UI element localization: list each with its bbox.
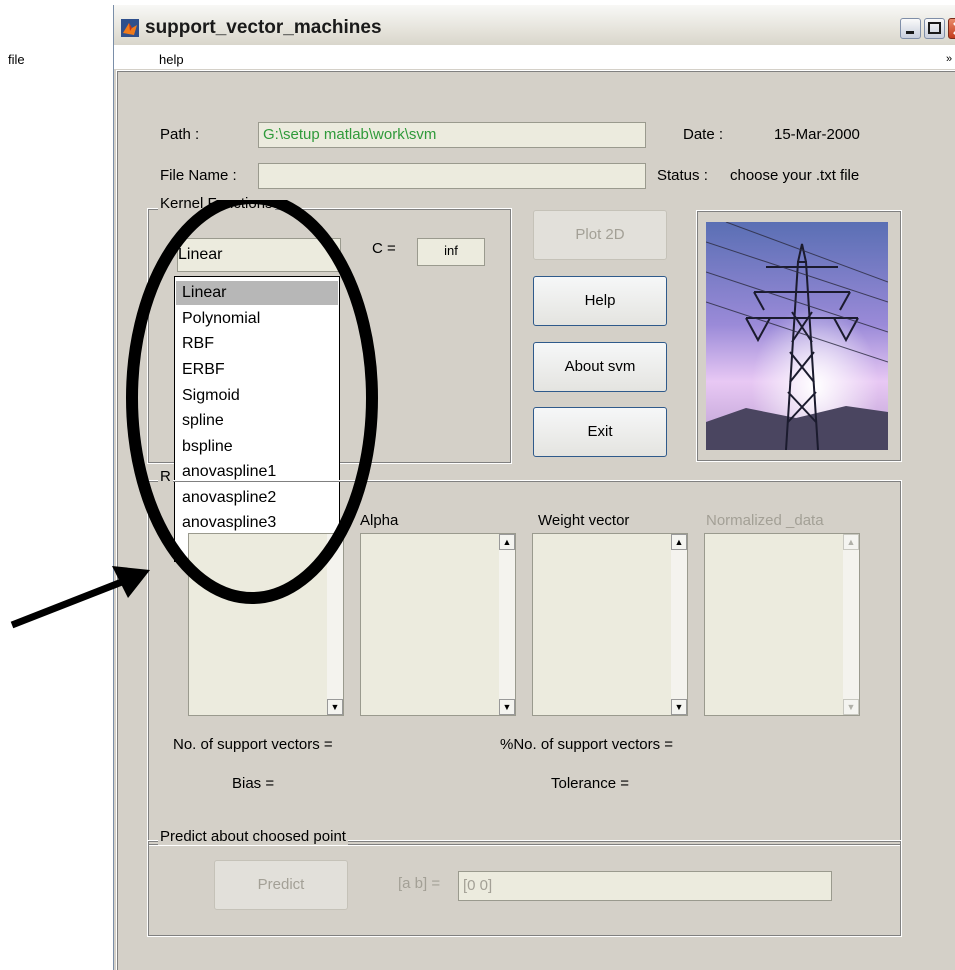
about-svm-button[interactable]: About svm	[533, 342, 667, 392]
status-label: Status :	[657, 167, 708, 184]
date-value: 15-Mar-2000	[774, 126, 860, 143]
weight-vector-list[interactable]: ▲ ▼	[532, 533, 688, 716]
annotation-arrow-shaft	[10, 574, 134, 629]
menu-file[interactable]: file	[8, 52, 25, 67]
close-icon	[953, 22, 955, 35]
exit-button[interactable]: Exit	[533, 407, 667, 457]
scroll-up-icon[interactable]: ▲	[499, 534, 515, 550]
window-title: support_vector_machines	[145, 17, 382, 38]
status-value: choose your .txt file	[730, 167, 860, 184]
scroll-up-icon[interactable]: ▲	[671, 534, 687, 550]
path-label: Path :	[160, 126, 200, 143]
normalized-data-list[interactable]: ▲ ▼	[704, 533, 860, 716]
pct-nsv-label: %No. of support vectors =	[500, 736, 673, 753]
normalized-data-scrollbar[interactable]: ▲ ▼	[843, 534, 859, 715]
annotation-ellipse	[126, 200, 378, 604]
help-button[interactable]: Help	[533, 276, 667, 326]
path-field[interactable]: G:\setup matlab\work\svm	[258, 122, 646, 148]
weight-vector-label: Weight vector	[538, 512, 630, 529]
maximize-button[interactable]	[924, 18, 945, 39]
menu-help[interactable]: help	[159, 52, 184, 67]
minimize-button[interactable]	[900, 18, 921, 39]
point-field[interactable]: [0 0]	[458, 871, 832, 901]
maximize-icon	[928, 22, 941, 34]
weight-vector-scrollbar[interactable]: ▲ ▼	[671, 534, 687, 715]
plot2d-button[interactable]: Plot 2D	[533, 210, 667, 260]
point-label: [a b] =	[398, 875, 441, 892]
c-field[interactable]: inf	[417, 238, 485, 266]
annotation-overlay	[10, 200, 378, 629]
bias-label: Bias =	[232, 775, 275, 792]
scroll-down-icon[interactable]: ▼	[671, 699, 687, 715]
menu-bar	[114, 45, 955, 69]
predict-button[interactable]: Predict	[214, 860, 348, 910]
minimize-icon	[906, 31, 914, 34]
power-tower-image	[706, 222, 888, 450]
menu-overflow-icon[interactable]: »	[946, 53, 952, 65]
tolerance-label: Tolerance =	[551, 775, 629, 792]
predict-panel-title: Predict about choosed point	[158, 828, 348, 845]
date-label: Date :	[683, 126, 724, 143]
filename-field[interactable]	[258, 163, 646, 189]
normalized-data-label: Normalized _data	[706, 512, 824, 529]
title-bar[interactable]: support_vector_machines	[114, 5, 955, 45]
close-button[interactable]	[948, 18, 955, 39]
scroll-down-icon[interactable]: ▼	[327, 699, 343, 715]
nsv-label: No. of support vectors =	[173, 736, 333, 753]
filename-label: File Name :	[160, 167, 237, 184]
alpha-scrollbar[interactable]: ▲ ▼	[499, 534, 515, 715]
scroll-down-icon[interactable]: ▼	[499, 699, 515, 715]
scroll-up-icon[interactable]: ▲	[843, 534, 859, 550]
scroll-down-icon[interactable]: ▼	[843, 699, 859, 715]
matlab-icon	[121, 19, 139, 37]
